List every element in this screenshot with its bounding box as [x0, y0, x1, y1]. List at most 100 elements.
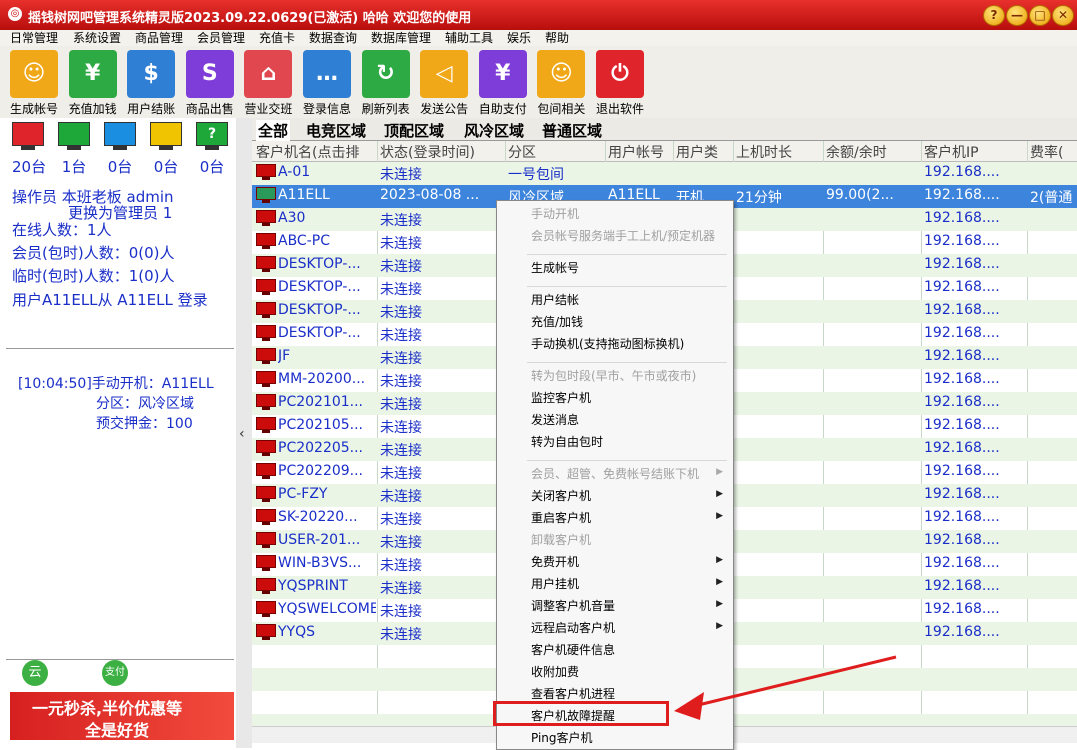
column-header[interactable]: 分区 [508, 142, 606, 162]
context-menu-item[interactable]: 充值/加钱 [531, 313, 583, 330]
maximize-button[interactable]: □ [1029, 5, 1051, 26]
menu-card[interactable]: 充值卡 [259, 30, 295, 46]
toolbar-button[interactable]: ¥ 充值加钱 [64, 50, 122, 117]
context-menu-item[interactable]: 手动换机(支持拖动图标换机) [531, 335, 684, 352]
client-pc-icon [256, 233, 276, 249]
cloud-button[interactable]: 云 [22, 660, 48, 686]
column-header[interactable]: 余额/余时 [826, 142, 922, 162]
cell-status: 未连接 [380, 236, 422, 252]
toolbar-button[interactable]: ↻ 刷新列表 [357, 50, 415, 117]
menu-settings[interactable]: 系统设置 [73, 30, 121, 46]
column-header[interactable]: 状态(登录时间) [380, 142, 506, 162]
tab-all[interactable]: 全部 [256, 120, 291, 141]
client-pc-icon [256, 601, 276, 617]
monitor-status[interactable]: 0台 [104, 122, 136, 177]
toolbar-button[interactable]: ◁ 发送公告 [415, 50, 473, 117]
context-menu-item[interactable]: 转为自由包时 [531, 433, 603, 450]
column-header[interactable]: 上机时长 [736, 142, 824, 162]
context-menu-item[interactable]: Ping客户机 [531, 729, 593, 746]
status-panel: 20台 1台 0台 0台? 0台 操作员 本班老板 admin 更换为管理员 1 在线人… [0, 118, 237, 748]
context-menu-item[interactable]: 远程启动客户机 [531, 619, 615, 636]
context-menu-item[interactable]: 发送消息 [531, 411, 579, 428]
context-menu-item[interactable]: 收附加费 [531, 663, 579, 680]
menu-goods[interactable]: 商品管理 [135, 30, 183, 46]
pay-button[interactable]: 支付 [102, 660, 128, 686]
money-bag-icon: ¥ [68, 50, 117, 98]
context-menu-item[interactable]: 重启客户机 [531, 509, 591, 526]
tab-top[interactable]: 顶配区域 [382, 120, 446, 141]
table-row[interactable]: A-01 未连接 一号包间 192.168.... [252, 162, 1077, 185]
column-header[interactable]: 用户帐号 [608, 142, 674, 162]
context-menu-item[interactable]: 关闭客户机 [531, 487, 591, 504]
monitor-icon [150, 122, 182, 146]
toolbar-label: 包间相关 [537, 102, 586, 116]
collapse-arrow-icon[interactable]: ‹ [239, 426, 245, 442]
context-menu-item[interactable]: 用户结帐 [531, 291, 579, 308]
ad-banner[interactable]: 一元秒杀,半价优惠等 全是好货 [10, 692, 234, 740]
toolbar-button[interactable]: ☺ 生成帐号 [5, 50, 63, 117]
monitor-status[interactable]: ? 0台 [196, 122, 228, 177]
toolbar-button[interactable]: … 登录信息 [298, 50, 356, 117]
column-header[interactable]: 客户机IP [924, 142, 1028, 162]
toolbar-button[interactable]: ⏻ 退出软件 [591, 50, 649, 117]
context-menu-item[interactable]: 监控客户机 [531, 389, 591, 406]
cell-ip: 192.168.... [924, 325, 1000, 341]
menu-fun[interactable]: 娱乐 [507, 30, 531, 46]
shop-icon: ⌂ [244, 50, 293, 98]
cell-name: JF [278, 348, 291, 364]
minimize-button[interactable]: — [1006, 5, 1028, 26]
change-admin-link[interactable]: 更换为管理员 1 [68, 204, 172, 222]
menu-separator [527, 460, 727, 461]
cell-name: YYQS [278, 624, 316, 640]
help-window-button[interactable]: ? [983, 5, 1005, 26]
cell-name: DESKTOP-... [278, 302, 361, 318]
tab-aircooled[interactable]: 风冷区域 [462, 120, 526, 141]
client-pc-icon [256, 394, 276, 410]
tab-esports[interactable]: 电竞区域 [304, 120, 368, 141]
monitor-status[interactable]: 0台 [150, 122, 182, 177]
toolbar-button[interactable]: ⌂ 营业交班 [239, 50, 297, 117]
refresh-icon: ↻ [361, 50, 410, 98]
column-header[interactable]: 用户类 [676, 142, 734, 162]
toolbar-button[interactable]: ☺ 包间相关 [532, 50, 590, 117]
toolbar-button[interactable]: $ 用户结账 [122, 50, 180, 117]
toolbar-button[interactable]: ¥ 自助支付 [474, 50, 532, 117]
context-menu-item[interactable]: 免费开机 [531, 553, 579, 570]
cell-name: SK-20220... [278, 509, 358, 525]
toolbar-button[interactable]: S 商品出售 [181, 50, 239, 117]
context-menu-item[interactable]: 生成帐号 [531, 259, 579, 276]
cell-name: A-01 [278, 164, 311, 180]
context-menu-item[interactable]: 客户机硬件信息 [531, 641, 615, 658]
menu-separator [527, 362, 727, 363]
context-menu-item[interactable]: 用户挂机 [531, 575, 579, 592]
toolbar-label: 充值加钱 [68, 102, 117, 116]
cell-ip: 192.168.... [924, 279, 1000, 295]
client-pc-icon [256, 256, 276, 272]
cell-ip: 192.168.... [924, 532, 1000, 548]
client-pc-icon [256, 164, 276, 180]
submenu-arrow-icon: ▶ [716, 467, 723, 477]
context-menu-item: 卸载客户机 [531, 533, 592, 547]
monitor-status[interactable]: 20台 [12, 122, 46, 177]
cell-ip: 192.168.... [924, 233, 1000, 249]
context-menu-item[interactable]: 调整客户机音量 [531, 597, 615, 614]
menu-query[interactable]: 数据查询 [309, 30, 357, 46]
menu-member[interactable]: 会员管理 [197, 30, 245, 46]
panel-splitter[interactable]: ‹ [236, 118, 252, 748]
context-menu-item[interactable]: 查看客户机进程 [531, 685, 615, 702]
menu-daily[interactable]: 日常管理 [10, 30, 58, 46]
zone-tabs: 全部 电竞区域 顶配区域 风冷区域 普通区域 [252, 118, 1077, 141]
tab-normal[interactable]: 普通区域 [540, 120, 604, 141]
column-header[interactable]: 客户机名(点击排 [256, 142, 378, 162]
menu-tools[interactable]: 辅助工具 [445, 30, 493, 46]
monitor-status[interactable]: 1台 [58, 122, 90, 177]
submenu-arrow-icon: ▶ [716, 489, 723, 499]
menu-help[interactable]: 帮助 [545, 30, 569, 46]
client-pc-icon [256, 210, 276, 226]
close-button[interactable]: ✕ [1052, 5, 1074, 26]
menu-database[interactable]: 数据库管理 [371, 30, 431, 46]
sale-tag-icon: S [185, 50, 234, 98]
column-header[interactable]: 费率( [1030, 142, 1077, 162]
submenu-arrow-icon: ▶ [716, 577, 723, 587]
cell-ip: 192.168.... [924, 555, 1000, 571]
